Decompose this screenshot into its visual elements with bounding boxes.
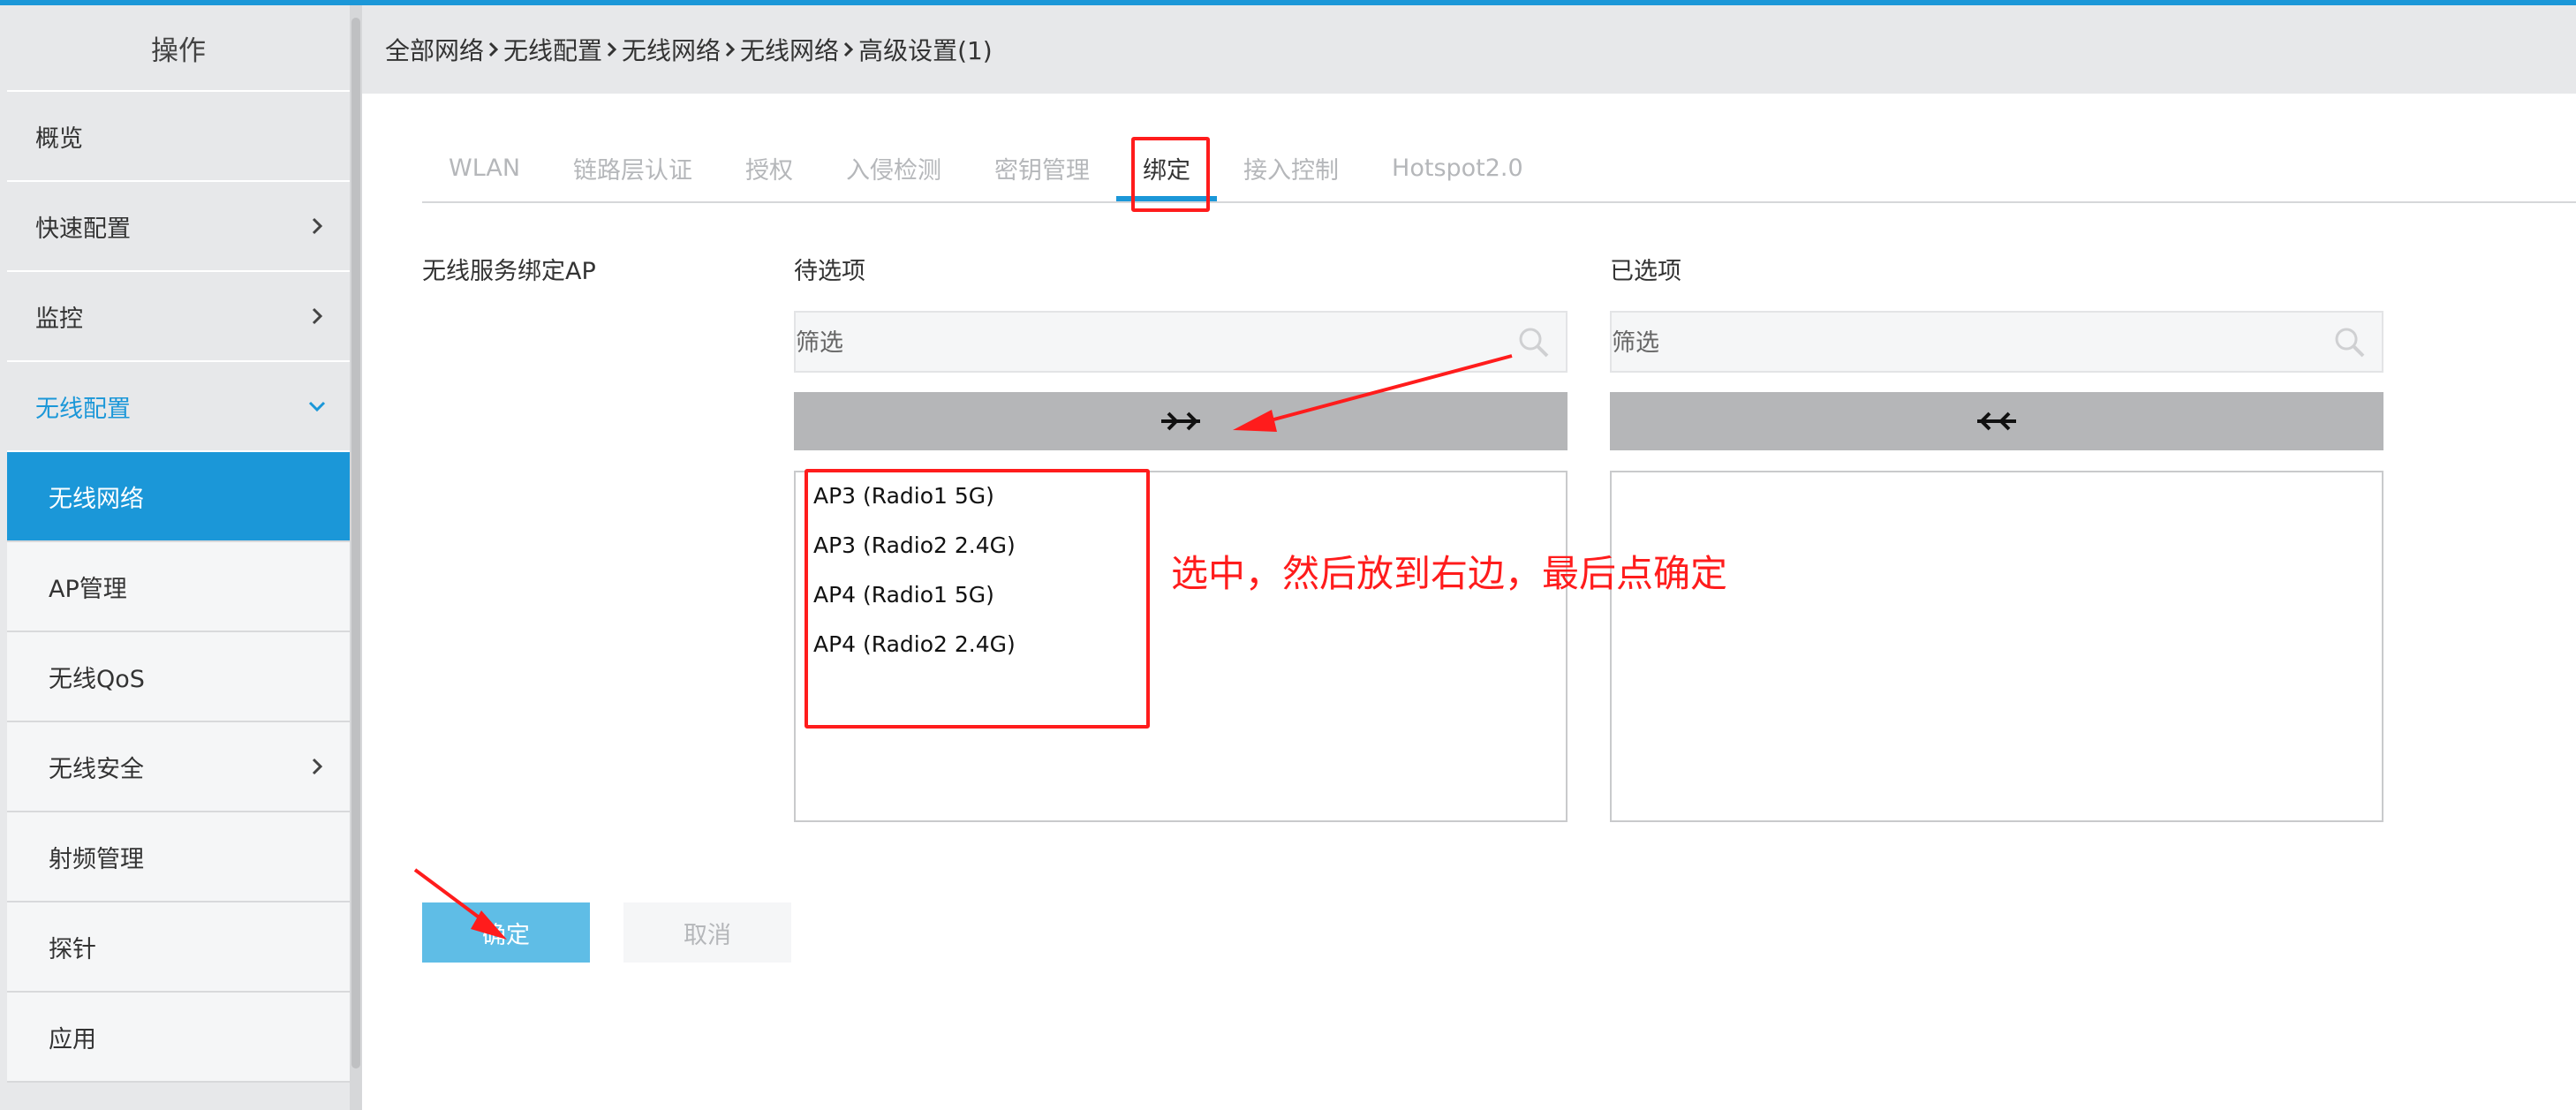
chevron-right-icon <box>607 42 617 57</box>
sidebar-item-label: 无线配置 <box>35 395 131 423</box>
cancel-button[interactable]: 取消 <box>623 902 791 963</box>
selected-title: 已选项 <box>1610 258 1681 285</box>
breadcrumb-item[interactable]: 无线网络 <box>622 32 721 67</box>
tab-authorization[interactable]: 授权 <box>719 132 820 203</box>
sidebar-item-quick-config[interactable]: 快速配置 <box>7 182 350 272</box>
tab-intrusion-detection[interactable]: 入侵检测 <box>820 132 968 203</box>
sidebar-menu: 概览 快速配置 监控 无线配置 无线网络 AP管理 无线QoS 无线安全 射频管… <box>7 92 350 1083</box>
selected-filter <box>1610 311 2383 373</box>
chevron-down-icon <box>308 401 326 412</box>
confirm-button[interactable]: 确定 <box>422 902 590 963</box>
sidebar-item-overview[interactable]: 概览 <box>7 92 350 182</box>
tab-wlan[interactable]: WLAN <box>422 132 547 203</box>
selected-filter-input[interactable] <box>1612 313 2320 373</box>
move-right-button[interactable] <box>794 392 1568 450</box>
sidebar-item-label: 无线网络 <box>49 485 144 513</box>
sidebar-item-monitor[interactable]: 监控 <box>7 272 350 362</box>
sidebar-item-probe[interactable]: 探针 <box>7 902 350 993</box>
sidebar-item-label: 监控 <box>35 305 83 333</box>
chevron-right-icon <box>488 42 499 57</box>
move-left-button[interactable] <box>1610 392 2383 450</box>
annotation-text: 选中，然后放到右边，最后点确定 <box>1171 552 1728 595</box>
available-filter-input[interactable] <box>796 313 1504 373</box>
tab-link-auth[interactable]: 链路层认证 <box>547 132 719 203</box>
search-icon[interactable] <box>2332 325 2368 360</box>
available-filter <box>794 311 1568 373</box>
tab-hotspot[interactable]: Hotspot2.0 <box>1365 132 1550 203</box>
breadcrumb-item[interactable]: 全部网络 <box>385 32 484 67</box>
move-right-icon <box>1161 412 1200 431</box>
sidebar-item-wireless-qos[interactable]: 无线QoS <box>7 632 350 722</box>
sidebar-header: 操作 <box>7 5 350 92</box>
sidebar-scrollbar-thumb[interactable] <box>351 18 360 1068</box>
app-window: 操作 概览 快速配置 监控 无线配置 无线网络 AP管理 无线QoS 无线安全 <box>0 0 2576 1110</box>
field-label: 无线服务绑定AP <box>422 258 596 285</box>
annotation-box-items <box>805 469 1150 729</box>
selected-list[interactable] <box>1610 471 2383 822</box>
breadcrumb-item[interactable]: 无线配置 <box>503 32 602 67</box>
sidebar-item-label: 应用 <box>49 1025 96 1053</box>
tab-divider <box>422 201 2576 203</box>
chevron-right-icon <box>725 42 736 57</box>
sidebar-item-label: 无线安全 <box>49 755 144 783</box>
chevron-right-icon <box>312 758 323 775</box>
chevron-right-icon <box>312 307 323 325</box>
breadcrumb: 全部网络 无线配置 无线网络 无线网络 高级设置(1) <box>362 5 2576 94</box>
available-title: 待选项 <box>794 258 865 285</box>
chevron-right-icon <box>844 42 854 57</box>
sidebar-item-label: 快速配置 <box>35 215 131 243</box>
sidebar-item-label: 探针 <box>49 935 96 963</box>
tab-bar: WLAN 链路层认证 授权 入侵检测 密钥管理 绑定 接入控制 Hotspot2… <box>422 132 1550 203</box>
sidebar-item-wireless-config[interactable]: 无线配置 <box>7 362 350 452</box>
breadcrumb-item[interactable]: 无线网络 <box>740 32 839 67</box>
move-left-icon <box>1977 412 2016 431</box>
tab-access-control[interactable]: 接入控制 <box>1217 132 1365 203</box>
breadcrumb-item-current: 高级设置(1) <box>858 36 993 65</box>
sidebar-item-wireless-network[interactable]: 无线网络 <box>7 452 350 542</box>
chevron-right-icon <box>312 217 323 235</box>
sidebar-item-label: AP管理 <box>49 575 127 603</box>
sidebar-item-wireless-security[interactable]: 无线安全 <box>7 722 350 812</box>
sidebar-item-application[interactable]: 应用 <box>7 993 350 1083</box>
tab-key-management[interactable]: 密钥管理 <box>968 132 1116 203</box>
sidebar-item-ap-management[interactable]: AP管理 <box>7 542 350 632</box>
sidebar-item-label: 无线QoS <box>49 665 145 693</box>
search-icon[interactable] <box>1516 325 1552 360</box>
sidebar-item-radio-management[interactable]: 射频管理 <box>7 812 350 902</box>
sidebar-item-label: 射频管理 <box>49 845 144 873</box>
annotation-box-tab <box>1131 137 1210 212</box>
sidebar-item-label: 概览 <box>35 125 83 153</box>
